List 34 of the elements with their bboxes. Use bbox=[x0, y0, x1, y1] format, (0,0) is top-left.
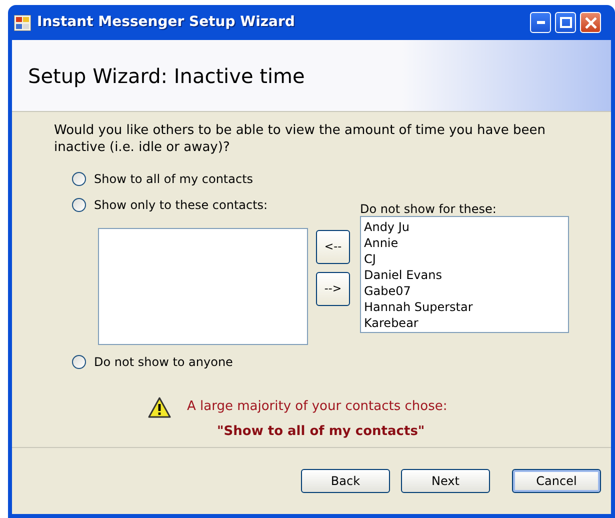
contact-item[interactable]: Annie bbox=[364, 235, 565, 251]
radio-button[interactable] bbox=[72, 355, 86, 369]
notice-text: A large majority of your contacts chose: bbox=[187, 398, 448, 416]
move-right-button[interactable]: --> bbox=[316, 272, 350, 306]
warning-icon bbox=[148, 397, 171, 418]
question-text: Would you like others to be able to view the amount of time you have been inactive (i.e. idle or away)? bbox=[54, 122, 546, 156]
wizard-button[interactable]: Next bbox=[401, 469, 490, 493]
close-button[interactable] bbox=[580, 12, 601, 33]
contact-item[interactable]: Gabe07 bbox=[364, 283, 565, 299]
notice-choice: "Show to all of my contacts" bbox=[217, 422, 426, 440]
minimize-icon bbox=[536, 21, 544, 24]
close-icon bbox=[584, 16, 596, 28]
list-label: Do not show for these: bbox=[360, 202, 498, 216]
option-label[interactable]: Show only to these contacts: bbox=[94, 196, 268, 214]
contact-item[interactable]: Andy Ju bbox=[364, 219, 565, 235]
option-label[interactable]: Show to all of my contacts bbox=[94, 170, 254, 188]
move-left-button[interactable]: <-- bbox=[316, 230, 350, 264]
contact-item[interactable]: Daniel Evans bbox=[364, 267, 565, 283]
contact-item[interactable]: Karebear bbox=[364, 315, 565, 331]
contact-item[interactable]: Hannah Superstar bbox=[364, 299, 565, 315]
minimize-button[interactable] bbox=[530, 12, 551, 33]
contact-item[interactable]: CJ bbox=[364, 251, 565, 267]
window-title: Instant Messenger Setup Wizard bbox=[37, 13, 295, 32]
wizard-button[interactable]: Back bbox=[301, 469, 390, 493]
page-heading: Setup Wizard: Inactive time bbox=[28, 62, 305, 90]
maximize-icon bbox=[560, 17, 572, 28]
maximize-button[interactable] bbox=[555, 12, 576, 33]
hidden-contacts-list[interactable]: Andy Ju Annie CJ Daniel Evans Gabe07 Hannah Superstar Karebear bbox=[360, 216, 569, 333]
app-icon bbox=[14, 14, 31, 30]
radio-button[interactable] bbox=[72, 172, 86, 186]
radio-button[interactable] bbox=[72, 198, 86, 212]
option-label[interactable]: Do not show to anyone bbox=[94, 353, 233, 371]
wizard-button[interactable]: Cancel bbox=[512, 469, 601, 493]
shown-contacts-list[interactable] bbox=[98, 228, 308, 345]
